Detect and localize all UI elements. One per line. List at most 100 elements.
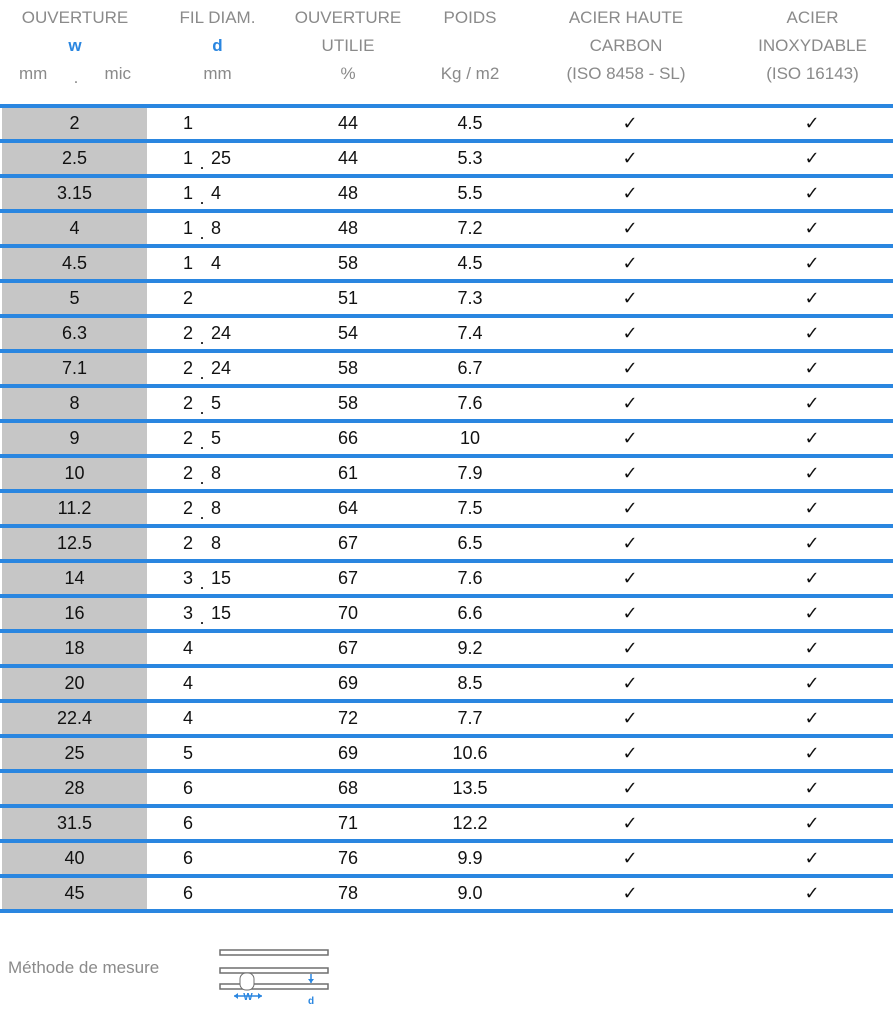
cell-acier-inox-check: ✓ [804, 708, 820, 729]
header-label-3: (ISO 8458 - SL) [566, 64, 686, 83]
header-col-ouverture-utilie: OUVERTURE UTILIE % [290, 4, 406, 88]
table-row: 12.5 2 8 67 6.5 ✓ ✓ [0, 528, 893, 559]
cell-acier-carbon-check: ✓ [622, 638, 638, 659]
header-symbol-w: w [68, 36, 82, 55]
cell-fil-diam: 1.8 [183, 213, 221, 244]
cell-fil-diam-int: 2 [183, 463, 194, 483]
cell-ouverture: 10 [2, 458, 147, 489]
cell-fil-diam-int: 2 [183, 288, 194, 308]
table-row: 25 5 69 10.6 ✓ ✓ [0, 738, 893, 769]
cell-acier-carbon-check: ✓ [622, 673, 638, 694]
cell-fil-diam-dec: 15 [211, 603, 232, 623]
cell-poids: 6.6 [457, 603, 483, 623]
cell-acier-carbon-check: ✓ [622, 148, 638, 169]
cell-fil-diam-int: 2 [183, 358, 194, 378]
table-row: 9 2. 5 66 10 ✓ ✓ [0, 423, 893, 454]
cell-fil-diam-int: 5 [183, 743, 194, 763]
cell-fil-diam-dot: . [199, 328, 205, 348]
cell-acier-inox-check: ✓ [804, 813, 820, 834]
cell-poids: 5.5 [457, 183, 483, 203]
cell-ouverture: 40 [2, 843, 147, 874]
cell-acier-carbon-check: ✓ [622, 813, 638, 834]
cell-ouverture-utilie: 67 [337, 638, 359, 658]
cell-fil-diam-sep: . [193, 353, 211, 384]
cell-fil-diam-dec: 5 [211, 428, 222, 448]
cell-acier-inox-check: ✓ [804, 463, 820, 484]
cell-acier-carbon-check: ✓ [622, 603, 638, 624]
cell-ouverture-utilie: 48 [337, 183, 359, 203]
cell-ouverture-utilie: 51 [337, 288, 359, 308]
cell-acier-carbon-check: ✓ [622, 463, 638, 484]
cell-poids: 7.4 [457, 323, 483, 343]
cell-ouverture: 3.15 [2, 178, 147, 209]
cell-poids: 4.5 [457, 113, 483, 133]
cell-ouverture: 18 [2, 633, 147, 664]
cell-fil-diam-sep: . [193, 493, 211, 524]
cell-fil-diam-dec: 24 [211, 358, 232, 378]
cell-fil-diam-int: 1 [183, 218, 194, 238]
cell-fil-diam-dot: . [199, 398, 205, 418]
header-unit: % [340, 64, 356, 83]
cell-ouverture-utilie: 64 [337, 498, 359, 518]
cell-poids: 9.2 [457, 638, 483, 658]
cell-acier-inox-check: ✓ [804, 253, 820, 274]
cell-fil-diam: 1. 25 [183, 143, 231, 174]
cell-ouverture: 5 [2, 283, 147, 314]
cell-poids: 7.2 [457, 218, 483, 238]
cell-poids: 5.3 [457, 148, 483, 168]
cell-poids: 7.5 [457, 498, 483, 518]
cell-ouverture-utilie: 71 [337, 813, 359, 833]
table-row: 10 2. 8 61 7.9 ✓ ✓ [0, 458, 893, 489]
cell-fil-diam: 2.5 [183, 388, 221, 419]
cell-fil-diam: 3. 15 [183, 563, 231, 594]
cell-fil-diam-int: 2 [183, 498, 194, 518]
cell-acier-carbon-check: ✓ [622, 883, 638, 904]
cell-fil-diam: 2. 24 [183, 318, 231, 349]
cell-fil-diam-dot: . [199, 433, 205, 453]
cell-fil-diam-int: 6 [183, 778, 194, 798]
cell-ouverture: 2 [2, 108, 147, 139]
cell-ouverture: 20 [2, 668, 147, 699]
cell-fil-diam-sep: . [193, 388, 211, 419]
cell-fil-diam-int: 3 [183, 603, 194, 623]
cell-fil-diam-dec: 4 [211, 183, 222, 203]
cell-acier-carbon-check: ✓ [622, 498, 638, 519]
cell-acier-inox-check: ✓ [804, 848, 820, 869]
cell-ouverture-utilie: 48 [337, 218, 359, 238]
cell-fil-diam-sep: . [193, 143, 211, 174]
header-unit: Kg / m2 [440, 64, 500, 83]
cell-fil-diam-int: 4 [183, 708, 194, 728]
header-label: ACIER HAUTE [568, 8, 684, 27]
cell-fil-diam-dot: . [199, 223, 205, 243]
cell-fil-diam-int: 1 [183, 183, 194, 203]
header-unit-sep: . [73, 68, 79, 87]
cell-fil-diam: 1.4 [183, 178, 221, 209]
table-row: 14 3. 15 67 7.6 ✓ ✓ [0, 563, 893, 594]
cell-ouverture-utilie: 78 [337, 883, 359, 903]
header-label-2: INOXYDABLE [758, 36, 867, 55]
cell-fil-diam-sep: . [193, 563, 211, 594]
cell-poids: 8.5 [457, 673, 483, 693]
cell-poids: 7.9 [457, 463, 483, 483]
cell-ouverture: 6.3 [2, 318, 147, 349]
cell-fil-diam: 3. 15 [183, 598, 231, 629]
cell-fil-diam-int: 2 [183, 428, 194, 448]
table-header: OUVERTURE w mm . mic FIL DIAM. d mm OUVE… [0, 0, 893, 104]
cell-fil-diam-int: 1 [183, 113, 194, 133]
cell-ouverture: 8 [2, 388, 147, 419]
cell-fil-diam: 14 [183, 248, 221, 279]
cell-fil-diam-sep: . [193, 423, 211, 454]
header-label: POIDS [443, 8, 497, 27]
cell-acier-carbon-check: ✓ [622, 568, 638, 589]
table-row: 6.3 2. 24 54 7.4 ✓ ✓ [0, 318, 893, 349]
diagram-label-d: d [308, 996, 314, 1007]
table-row: 2.5 1. 25 44 5.3 ✓ ✓ [0, 143, 893, 174]
cell-acier-inox-check: ✓ [804, 288, 820, 309]
header-symbol-d: d [212, 36, 223, 55]
table-row: 8 2. 5 58 7.6 ✓ ✓ [0, 388, 893, 419]
cell-acier-carbon-check: ✓ [622, 533, 638, 554]
cell-acier-inox-check: ✓ [804, 638, 820, 659]
cell-ouverture-utilie: 66 [337, 428, 359, 448]
cell-acier-carbon-check: ✓ [622, 218, 638, 239]
cell-fil-diam: 28 [183, 528, 221, 559]
